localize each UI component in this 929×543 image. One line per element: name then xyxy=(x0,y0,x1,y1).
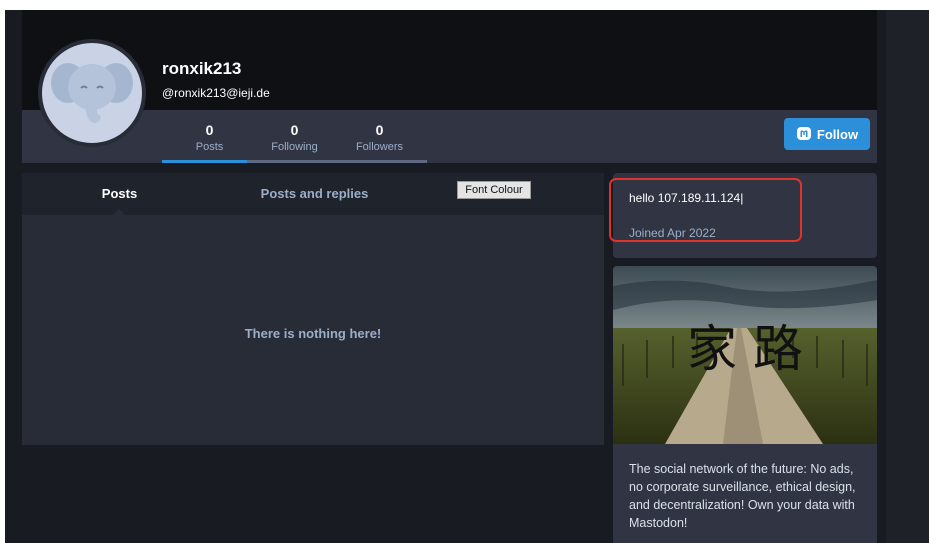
avatar[interactable] xyxy=(38,39,146,147)
tab-posts-and-replies[interactable]: Posts and replies xyxy=(217,173,412,215)
stat-following-label: Following xyxy=(271,141,318,153)
font-colour-button[interactable]: Font Colour xyxy=(457,181,531,199)
mastodon-icon xyxy=(796,127,811,140)
stat-followers[interactable]: 0 Followers xyxy=(332,111,427,163)
account-handle: @ronxik213@ieji.de xyxy=(162,86,270,100)
hero-calligraphy-text: 家 路 xyxy=(687,320,803,378)
right-side-panel xyxy=(886,10,929,543)
follow-button[interactable]: Follow xyxy=(784,118,870,150)
stat-followers-label: Followers xyxy=(355,141,404,153)
follow-button-label: Follow xyxy=(816,126,859,142)
stat-posts[interactable]: 0 Posts xyxy=(162,111,257,163)
stat-following-underline xyxy=(247,160,342,163)
hero-description: The social network of the future: No ads… xyxy=(629,462,856,530)
stat-following[interactable]: 0 Following xyxy=(247,111,342,163)
stat-posts-count: 0 xyxy=(205,122,214,138)
profile-stats-bar xyxy=(22,110,877,163)
hero-road-image: 家 路 xyxy=(613,266,877,444)
app-window: ronxik213 @ronxik213@ieji.de 0 Posts 0 F… xyxy=(5,10,929,543)
stat-followers-count: 0 xyxy=(375,122,384,138)
stat-following-count: 0 xyxy=(290,122,299,138)
elephant-avatar-icon xyxy=(51,63,133,123)
empty-timeline-message: There is nothing here! xyxy=(244,326,382,341)
stat-posts-underline xyxy=(162,160,257,163)
stat-followers-underline xyxy=(332,160,427,163)
stat-posts-label: Posts xyxy=(195,141,224,153)
profile-header-banner xyxy=(22,10,877,110)
display-name: ronxik213 xyxy=(162,59,242,78)
server-hero-card: 家 路 The social network of the future: No… xyxy=(613,266,877,543)
highlight-annotation-box xyxy=(609,178,802,242)
